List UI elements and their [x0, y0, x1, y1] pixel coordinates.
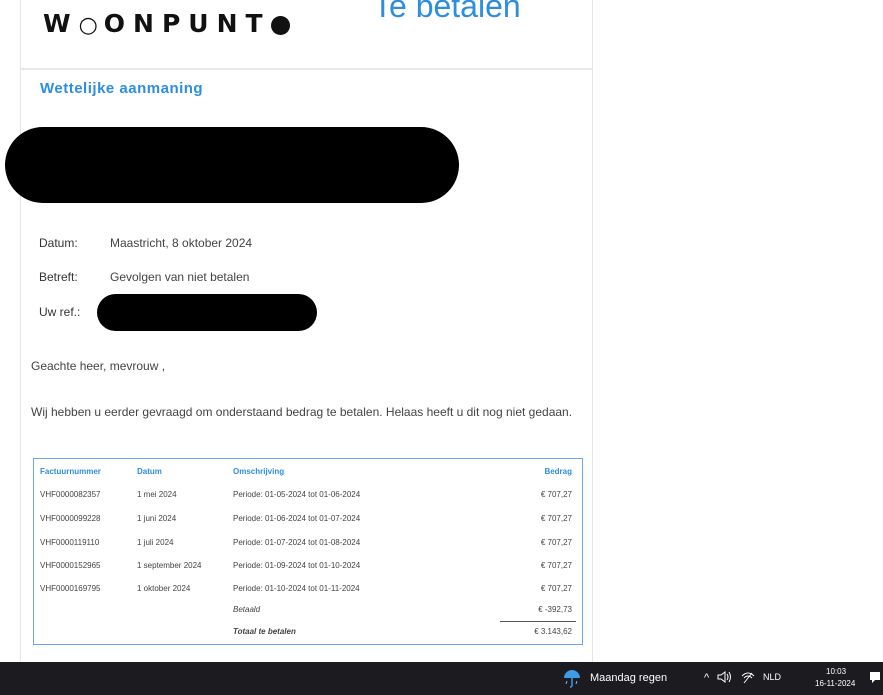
- total-amount: € 3.143,62: [534, 627, 572, 636]
- column-header-date: Datum: [137, 467, 162, 476]
- column-header-description: Omschrijving: [233, 467, 285, 476]
- subject-label: Betreft:: [39, 270, 78, 284]
- show-hidden-icons-chevron-icon[interactable]: ^: [704, 672, 709, 684]
- network-icon[interactable]: [740, 670, 756, 687]
- email-header: W○ONPUNT Te betalen: [21, 0, 592, 70]
- invoice-table: Factuurnummer Datum Omschrijving Bedrag …: [33, 458, 583, 645]
- volume-icon[interactable]: [717, 670, 733, 687]
- paid-amount: € -392,73: [538, 605, 572, 614]
- notification-icon[interactable]: [869, 671, 881, 688]
- redacted-reference: [97, 294, 317, 331]
- clock-time[interactable]: 10:03: [826, 667, 846, 676]
- total-label: Totaal te betalen: [233, 627, 296, 636]
- woonpunt-logo: W○ONPUNT: [43, 9, 271, 38]
- table-cell-date: 1 mei 2024: [137, 490, 177, 499]
- table-cell-date: 1 juli 2024: [137, 538, 174, 547]
- reference-label: Uw ref.:: [39, 305, 81, 319]
- table-cell-amount: € 707,27: [540, 514, 572, 523]
- weather-rain-icon[interactable]: [561, 667, 583, 689]
- table-cell-number: VHF0000169795: [40, 584, 101, 593]
- letter-heading: Wettelijke aanmaning: [40, 80, 204, 97]
- date-value: Maastricht, 8 oktober 2024: [110, 236, 253, 250]
- paid-label: Betaald: [233, 605, 261, 614]
- table-cell-description: Periode: 01-06-2024 tot 01-07-2024: [233, 514, 361, 523]
- table-cell-number: VHF0000152965: [40, 561, 101, 570]
- table-cell-amount: € 707,27: [540, 538, 572, 547]
- email-body: W○ONPUNT Te betalen Wettelijke aanmaning…: [5, 0, 593, 662]
- pay-link[interactable]: Te betalen: [373, 0, 521, 25]
- table-cell-description: Periode: 01-09-2024 tot 01-10-2024: [233, 561, 361, 570]
- sum-divider: [500, 621, 576, 622]
- windows-taskbar: Maandag regen ^ NLD 10:03 16-11-2024: [0, 662, 883, 695]
- salutation: Geachte heer, mevrouw ,: [31, 359, 166, 373]
- weather-text[interactable]: Maandag regen: [590, 672, 667, 684]
- table-cell-description: Periode: 01-05-2024 tot 01-06-2024: [233, 490, 361, 499]
- table-cell-number: VHF0000119110: [40, 538, 100, 547]
- date-label: Datum:: [39, 236, 78, 250]
- column-header-invoice-number: Factuurnummer: [40, 467, 101, 476]
- table-cell-amount: € 707,27: [540, 490, 572, 499]
- table-cell-amount: € 707,27: [540, 561, 572, 570]
- body-text: Wij hebben u eerder gevraagd om ondersta…: [31, 405, 573, 419]
- table-cell-description: Periode: 01-10-2024 tot 01-11-2024: [233, 584, 360, 593]
- subject-value: Gevolgen van niet betalen: [110, 270, 250, 284]
- table-cell-number: VHF0000082357: [40, 490, 101, 499]
- clock-date[interactable]: 16-11-2024: [815, 679, 855, 688]
- logo-dot-icon: [271, 16, 290, 35]
- table-cell-description: Periode: 01-07-2024 tot 01-08-2024: [233, 538, 361, 547]
- language-indicator[interactable]: NLD: [763, 672, 781, 682]
- table-cell-date: 1 juni 2024: [137, 514, 177, 523]
- table-cell-date: 1 oktober 2024: [137, 584, 191, 593]
- table-cell-amount: € 707,27: [540, 584, 572, 593]
- table-cell-date: 1 september 2024: [137, 561, 202, 570]
- column-header-amount: Bedrag: [544, 467, 572, 476]
- redacted-address: [5, 127, 459, 203]
- table-cell-number: VHF0000099228: [40, 514, 101, 523]
- screen: W○ONPUNT Te betalen Wettelijke aanmaning…: [0, 0, 883, 695]
